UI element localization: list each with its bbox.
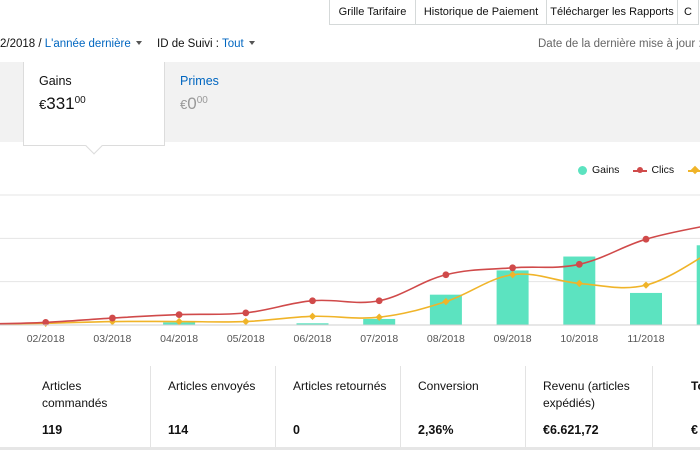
bonus-card[interactable]: Primes €000: [165, 62, 305, 146]
earnings-whole: 331: [46, 94, 75, 113]
stats-row: Articles commandés 119 Articles envoyés …: [0, 366, 700, 450]
stat-value: €6.621,72: [543, 423, 599, 437]
legend-item-gains[interactable]: Gains: [578, 164, 619, 176]
x-tick-label: 10/2018: [560, 333, 598, 345]
x-tick-label: 06/2018: [294, 333, 332, 345]
filter-bar: 2/2018 / L'année dernière ID de Suivi : …: [0, 38, 700, 54]
stat-label: Conversion: [418, 379, 479, 393]
point-clicks-10/2018: [575, 260, 583, 268]
x-tick-label: 08/2018: [427, 333, 465, 345]
stat-label: Articles envoyés: [168, 379, 256, 393]
stat-items-ordered: Articles commandés 119: [25, 366, 150, 450]
point-clicks-05/2018: [242, 309, 250, 317]
bonus-value: €000: [180, 94, 208, 114]
tab-rate-card[interactable]: Grille Tarifaire: [329, 0, 416, 25]
stat-items-shipped: Articles envoyés 114: [150, 366, 275, 450]
stat-value: 119: [42, 423, 63, 437]
legend-label-gains: Gains: [592, 164, 620, 176]
point-clicks-07/2018: [375, 297, 383, 305]
x-tick-label: 02/2018: [27, 333, 65, 345]
x-tick-label: 04/2018: [160, 333, 198, 345]
top-nav: Grille Tarifaire Historique de Paiement …: [329, 0, 699, 25]
stat-label: Revenu (articles expédiés): [543, 379, 630, 410]
tab-more[interactable]: C: [677, 0, 699, 25]
tab-payment-history[interactable]: Historique de Paiement: [415, 0, 547, 25]
legend-item-clicks[interactable]: Clics: [633, 164, 674, 176]
stat-value: €: [691, 423, 698, 437]
last-update-text: Date de la dernière mise à jour :: [538, 38, 700, 50]
summary-band: Gains €33100 Primes €000: [0, 62, 700, 155]
x-tick-label: 05/2018: [227, 333, 265, 345]
point-clicks-06/2018: [309, 297, 316, 305]
stat-revenue: Revenu (articles expédiés) €6.621,72: [525, 366, 652, 450]
earnings-decimal: 00: [74, 95, 86, 106]
x-tick-label: 03/2018: [93, 333, 131, 345]
legend-item-third[interactable]: [688, 164, 700, 176]
bonus-decimal: 00: [196, 95, 208, 106]
bar-11/2018: [630, 292, 662, 325]
stat-value: 2,36%: [418, 423, 454, 437]
earnings-chart: 02/2018 03/2018 04/2018 05/2018 06/2018 07/20…: [0, 194, 700, 345]
point-clicks-11/2018: [642, 235, 650, 243]
point-clicks-03/2018: [109, 314, 116, 322]
legend-marker-clicks: [633, 166, 648, 175]
x-tick-label: 11/2018: [627, 333, 664, 345]
bonus-label[interactable]: Primes: [180, 74, 219, 88]
point-clicks-08/2018: [442, 271, 450, 279]
date-range-dropdown[interactable]: L'année dernière: [45, 38, 131, 50]
date-range-filter: 2/2018 / L'année dernière: [0, 38, 142, 50]
point-clicks-04/2018: [175, 311, 183, 318]
point-yellow-05/2018: [242, 317, 250, 326]
chevron-down-icon[interactable]: [135, 41, 142, 45]
bar-09/2018: [496, 270, 529, 325]
tracking-id-dropdown[interactable]: Tout: [222, 38, 244, 50]
x-tick-label: 09/2018: [494, 333, 532, 345]
earnings-label: Gains: [39, 74, 72, 88]
stat-label: Articles retournés: [293, 379, 387, 393]
point-clicks-09/2018: [509, 264, 516, 272]
legend-marker-gains: [578, 165, 587, 175]
stat-items-returned: Articles retournés 0: [275, 366, 400, 450]
stat-value: 114: [168, 423, 189, 437]
point-yellow-06/2018: [308, 312, 317, 321]
stat-label: To: [691, 379, 700, 393]
legend-label-clicks: Clics: [651, 164, 675, 176]
earnings-value: €33100: [39, 94, 86, 114]
stat-value: 0: [293, 423, 300, 437]
tab-download-reports[interactable]: Télécharger les Rapports: [546, 0, 678, 25]
tracking-id-filter: ID de Suivi : Tout: [157, 38, 255, 50]
earnings-card[interactable]: Gains €33100: [23, 62, 165, 155]
legend-marker-third: [688, 165, 700, 175]
active-card-pointer: [85, 137, 103, 155]
chart-legend: Gains Clics: [578, 164, 700, 176]
date-range-prefix: 2/2018 /: [0, 38, 45, 50]
stat-total: To €: [652, 366, 700, 450]
bonus-whole: 0: [187, 94, 197, 113]
stat-label: Articles commandés: [42, 379, 108, 410]
tracking-id-label: ID de Suivi :: [157, 38, 222, 50]
point-yellow-11/2018: [642, 281, 650, 289]
stat-conversion: Conversion 2,36%: [400, 366, 525, 450]
chevron-down-icon[interactable]: [248, 41, 255, 45]
x-tick-label: 07/2018: [360, 333, 398, 345]
